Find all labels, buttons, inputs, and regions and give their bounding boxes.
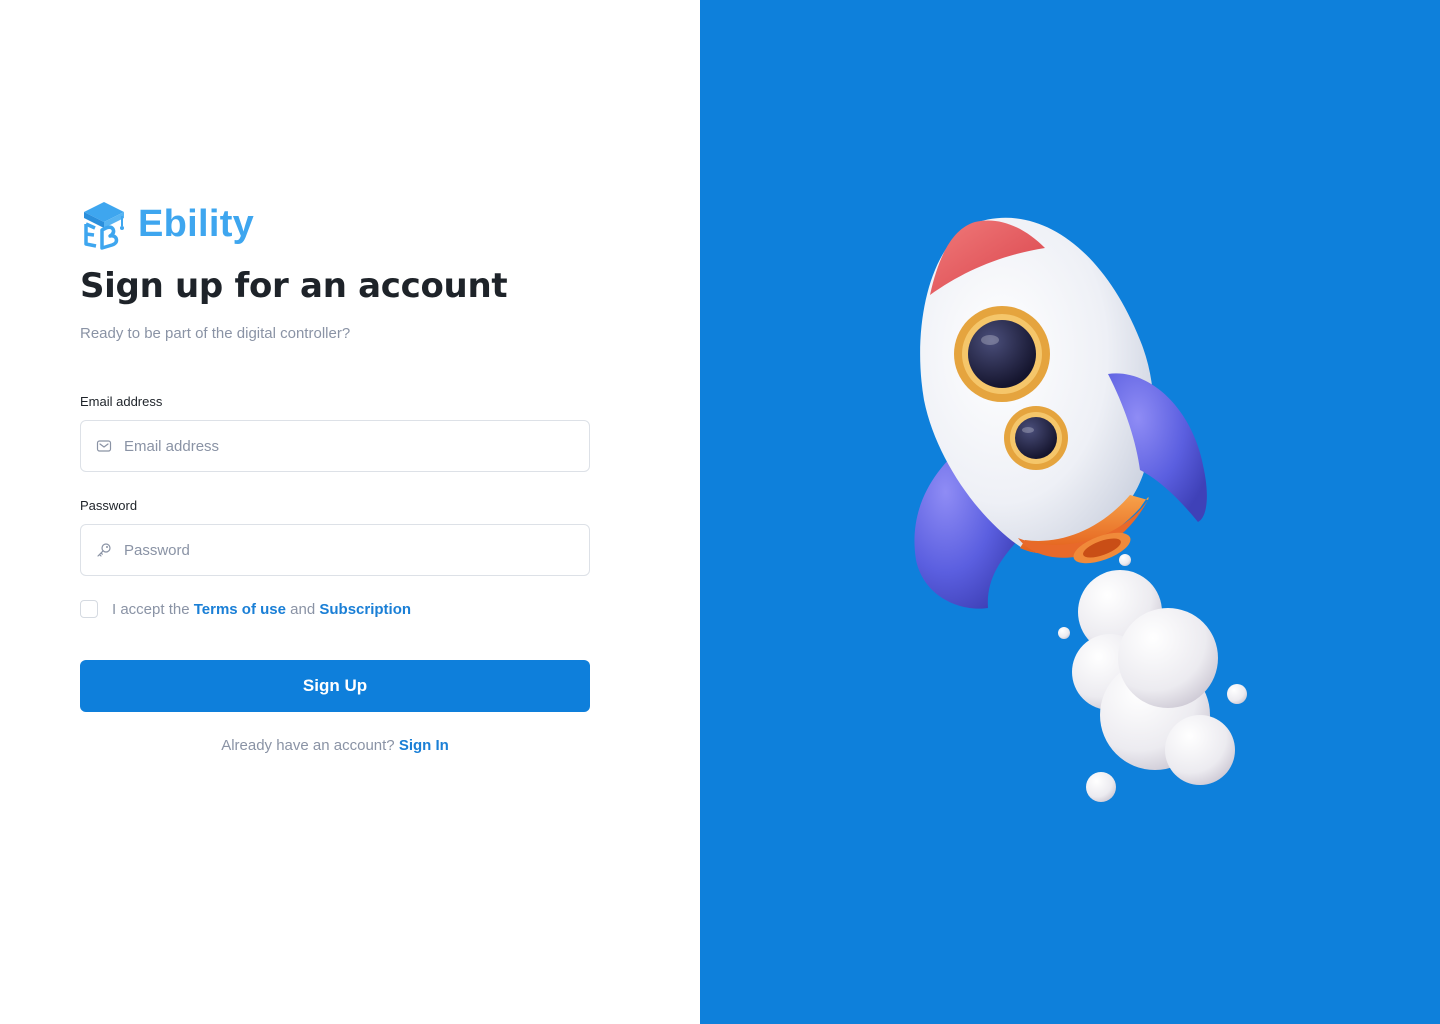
sign-in-link[interactable]: Sign In — [399, 737, 449, 754]
subscription-link[interactable]: Subscription — [319, 601, 411, 618]
signin-prompt: Already have an account? — [221, 737, 395, 754]
terms-prefix: I accept the — [112, 600, 190, 618]
key-icon — [97, 543, 111, 557]
email-field-container[interactable] — [80, 420, 590, 472]
smoke-clouds — [1058, 554, 1247, 802]
page-title: Sign up for an account — [80, 266, 508, 306]
signup-page: Ebility Sign up for an account Ready to … — [0, 0, 1440, 1024]
email-label: Email address — [80, 394, 163, 409]
sign-up-button[interactable]: Sign Up — [80, 660, 590, 712]
graduation-cap-logo-icon — [84, 202, 124, 250]
password-label: Password — [80, 498, 138, 513]
signin-prompt-row: Already have an account? Sign In — [80, 737, 590, 754]
password-field-container[interactable] — [80, 524, 590, 576]
hero-panel — [700, 0, 1440, 1024]
page-subtitle: Ready to be part of the digital controll… — [80, 325, 351, 342]
email-input[interactable] — [124, 437, 564, 455]
mail-icon — [96, 440, 112, 452]
rocket-illustration-icon — [914, 217, 1247, 802]
terms-text: I accept the Terms of use and Subscripti… — [112, 601, 411, 618]
brand: Ebility — [80, 198, 254, 250]
terms-conjunction: and — [290, 600, 316, 618]
terms-of-use-link[interactable]: Terms of use — [194, 601, 286, 618]
form-panel: Ebility Sign up for an account Ready to … — [0, 0, 700, 1024]
terms-row: I accept the Terms of use and Subscripti… — [80, 600, 411, 618]
brand-name: Ebility — [138, 202, 255, 245]
password-input[interactable] — [124, 541, 564, 559]
terms-checkbox[interactable] — [80, 600, 98, 618]
